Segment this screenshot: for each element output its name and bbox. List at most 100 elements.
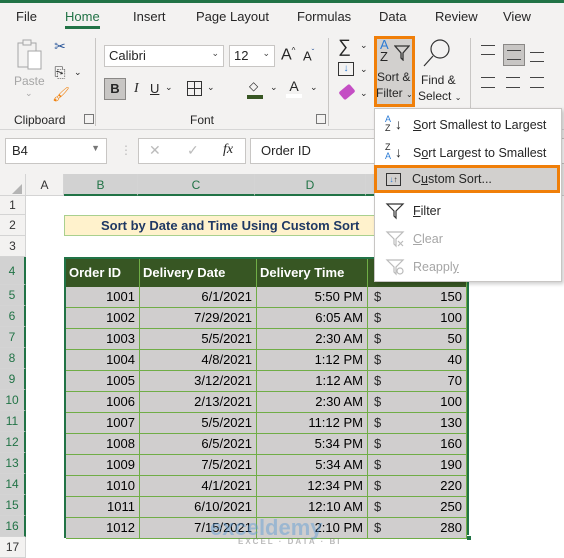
cell-amount[interactable]: 190 [368,455,467,476]
cell-amount[interactable]: 150 [368,287,467,308]
autosum-icon[interactable]: ∑ [338,36,351,57]
underline-button[interactable]: U [150,81,159,96]
fill-color-dropdown-icon[interactable]: ⌄ [270,82,278,93]
cell-delivery-time[interactable]: 5:50 PM [257,287,368,308]
row-header-8[interactable]: 8 [0,348,26,369]
cell-amount[interactable]: 50 [368,329,467,350]
cell-order-id[interactable]: 1002 [66,308,140,329]
menu-item-reapply[interactable]: Reapply [375,253,563,281]
tab-file[interactable]: File [16,9,37,24]
shrink-font-button[interactable]: Aˇ [303,48,314,63]
cell-amount[interactable]: 280 [368,518,467,539]
cell-delivery-time[interactable]: 5:34 PM [257,434,368,455]
font-color-button[interactable]: A [286,78,302,98]
cell-delivery-date[interactable]: 6/5/2021 [140,434,257,455]
cell-amount[interactable]: 160 [368,434,467,455]
bottom-align-icon[interactable] [530,52,544,62]
cancel-icon[interactable]: ✕ [149,142,161,159]
name-box-dropdown-icon[interactable]: ▼ [91,143,100,153]
sort-and-filter-button[interactable]: AZ Sort & Filter ⌄ [374,36,415,107]
align-center-icon[interactable] [506,77,520,88]
cell-amount[interactable]: 70 [368,371,467,392]
column-header-b[interactable]: B [64,174,138,196]
header-delivery-time[interactable]: Delivery Time [257,259,368,287]
menu-item-clear[interactable]: Clear [375,225,563,253]
tab-view[interactable]: View [503,9,531,24]
align-left-icon[interactable] [481,77,495,88]
cell-delivery-date[interactable]: 5/5/2021 [140,329,257,350]
tab-data[interactable]: Data [379,9,406,24]
tab-insert[interactable]: Insert [133,9,166,24]
paste-label[interactable]: Paste [14,74,45,88]
cell-amount[interactable]: 220 [368,476,467,497]
row-header-5[interactable]: 5 [0,285,26,306]
cell-order-id[interactable]: 1001 [66,287,140,308]
row-header-2[interactable]: 2 [0,215,26,236]
cell-order-id[interactable]: 1008 [66,434,140,455]
header-order-id[interactable]: Order ID [66,259,140,287]
row-header-16[interactable]: 16 [0,516,26,537]
cell-order-id[interactable]: 1011 [66,497,140,518]
menu-item-sort-ascending[interactable]: AZ ↓ Sort Smallest to Largest [375,111,563,139]
insert-function-icon[interactable]: fx [223,142,233,158]
column-header-a[interactable]: A [26,174,64,196]
row-header-11[interactable]: 11 [0,411,26,432]
grow-font-button[interactable]: A^ [281,46,295,64]
autosum-dropdown-icon[interactable]: ⌄ [360,40,368,51]
cell-delivery-time[interactable]: 2:30 AM [257,329,368,350]
cell-amount[interactable]: 250 [368,497,467,518]
row-header-12[interactable]: 12 [0,432,26,453]
menu-item-sort-descending[interactable]: ZA ↓ Sort Largest to Smallest [375,139,563,167]
row-header-15[interactable]: 15 [0,495,26,516]
cell-delivery-date[interactable]: 4/8/2021 [140,350,257,371]
cell-delivery-date[interactable]: 7/5/2021 [140,455,257,476]
cell-delivery-date[interactable]: 7/29/2021 [140,308,257,329]
cell-order-id[interactable]: 1010 [66,476,140,497]
cell-delivery-date[interactable]: 5/5/2021 [140,413,257,434]
column-header-c[interactable]: C [138,174,255,196]
column-header-d[interactable]: D [255,174,366,196]
cell-delivery-date[interactable]: 3/12/2021 [140,371,257,392]
cell-delivery-time[interactable]: 11:12 PM [257,413,368,434]
menu-item-filter[interactable]: Filter [375,197,563,225]
name-box[interactable]: B4 ▼ [5,138,107,164]
menu-item-custom-sort[interactable]: ↓↑ Custom Sort... [374,165,560,193]
cut-icon[interactable]: ✂ [53,38,67,54]
cell-delivery-time[interactable]: 5:34 AM [257,455,368,476]
cell-delivery-time[interactable]: 1:12 AM [257,371,368,392]
header-delivery-date[interactable]: Delivery Date [140,259,257,287]
cell-order-id[interactable]: 1007 [66,413,140,434]
fill-color-icon[interactable]: ◇ [247,79,263,99]
fill-icon[interactable]: ↓ [338,62,354,76]
tab-page-layout[interactable]: Page Layout [196,9,269,24]
row-header-9[interactable]: 9 [0,369,26,390]
cell-delivery-time[interactable]: 2:30 AM [257,392,368,413]
cell-order-id[interactable]: 1009 [66,455,140,476]
find-select-button[interactable]: Find & Select ⌄ [417,38,461,106]
paste-dropdown-icon[interactable]: ⌄ [25,88,33,99]
row-header-13[interactable]: 13 [0,453,26,474]
middle-align-button[interactable] [503,44,525,66]
row-header-17[interactable]: 17 [0,537,26,558]
cell-amount[interactable]: 100 [368,308,467,329]
italic-button[interactable]: I [134,81,139,97]
cell-amount[interactable]: 40 [368,350,467,371]
paste-icon[interactable] [15,38,45,74]
row-header-7[interactable]: 7 [0,327,26,348]
borders-icon[interactable] [187,81,202,96]
font-size-combo[interactable]: 12 ⌄ [229,45,275,67]
row-header-6[interactable]: 6 [0,306,26,327]
clear-dropdown-icon[interactable]: ⌄ [360,88,368,99]
cell-delivery-date[interactable]: 4/1/2021 [140,476,257,497]
copy-icon[interactable]: ⎘ [52,64,68,80]
format-painter-icon[interactable]: 🖌 [52,86,70,102]
cell-order-id[interactable]: 1005 [66,371,140,392]
fill-dropdown-icon[interactable]: ⌄ [360,64,368,75]
font-color-dropdown-icon[interactable]: ⌄ [310,82,318,93]
cell-delivery-time[interactable]: 1:12 PM [257,350,368,371]
row-header-14[interactable]: 14 [0,474,26,495]
cell-order-id[interactable]: 1006 [66,392,140,413]
cell-delivery-date[interactable]: 2/13/2021 [140,392,257,413]
cell-order-id[interactable]: 1004 [66,350,140,371]
row-header-1[interactable]: 1 [0,196,26,215]
